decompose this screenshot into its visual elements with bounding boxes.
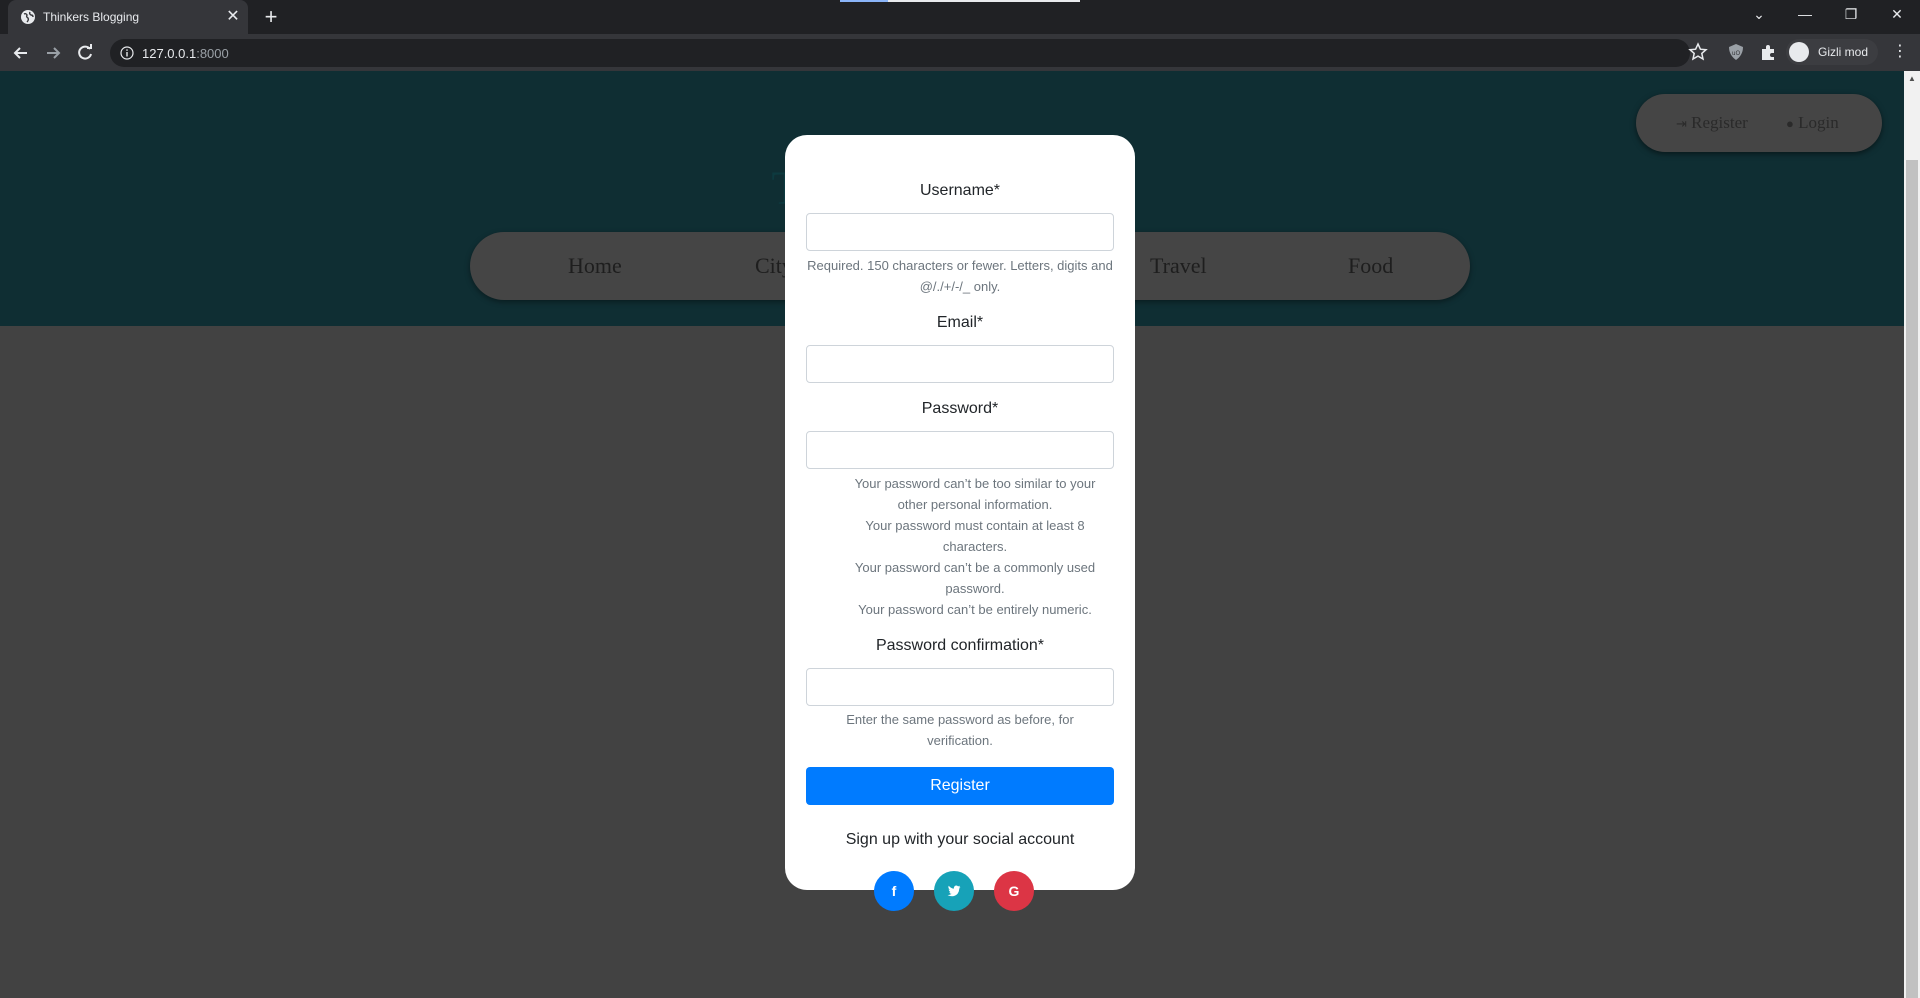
close-window-icon[interactable]: ✕ — [1874, 0, 1920, 30]
facebook-icon: f — [891, 883, 897, 899]
username-label: Username* — [919, 182, 1001, 199]
browser-tab[interactable]: Thinkers Blogging ✕ — [8, 0, 248, 34]
ublock-shield-icon[interactable]: uO — [1726, 42, 1746, 62]
username-help: Required. 150 characters or fewer. Lette… — [807, 258, 1113, 294]
register-modal: Username* Required. 150 characters or fe… — [785, 135, 1135, 911]
nav-item-travel[interactable]: Travel — [1150, 253, 1207, 279]
email-label: Email* — [936, 314, 984, 331]
twitter-button[interactable] — [934, 871, 974, 911]
sign-in-icon: ⇥ — [1676, 116, 1687, 131]
auth-nav: ⇥ Register ● Login — [1636, 94, 1882, 152]
url-port: :8000 — [196, 46, 229, 61]
social-signup-text: Sign up with your social account — [845, 831, 1075, 848]
register-link-label: Register — [1691, 113, 1748, 132]
scrollbar-thumb[interactable] — [1906, 160, 1918, 998]
register-submit-button[interactable]: Register — [806, 767, 1114, 805]
password-help-item: Your password must contain at least 8 ch… — [865, 518, 1085, 554]
reload-icon[interactable] — [72, 40, 98, 66]
password-help-item: Your password can’t be entirely numeric. — [858, 602, 1092, 617]
password-confirmation-label: Password confirmation* — [875, 637, 1045, 654]
password-help-item: Your password can’t be too similar to yo… — [854, 476, 1096, 512]
minimize-icon[interactable]: — — [1782, 0, 1828, 30]
password-confirmation-input[interactable] — [806, 668, 1114, 706]
new-tab-button[interactable]: + — [260, 6, 282, 28]
password-input[interactable] — [806, 431, 1114, 469]
close-tab-icon[interactable]: ✕ — [224, 8, 242, 26]
nav-item-home[interactable]: Home — [568, 253, 622, 279]
google-icon: G — [1008, 883, 1020, 899]
bookmark-star-icon[interactable] — [1686, 40, 1710, 64]
password-label: Password* — [921, 400, 999, 417]
user-icon: ● — [1786, 116, 1794, 131]
tab-title: Thinkers Blogging — [43, 10, 140, 24]
url-host: 127.0.0.1 — [142, 46, 197, 61]
password-help: Your password can’t be too similar to yo… — [840, 473, 1110, 620]
register-link[interactable]: ⇥ Register — [1676, 113, 1748, 133]
url-text: 127.0.0.1:8000 — [142, 46, 229, 61]
tab-search-indicator — [840, 0, 1080, 2]
username-input[interactable] — [806, 213, 1114, 251]
forward-arrow-icon[interactable] — [40, 40, 66, 66]
tab-search-chevron-icon[interactable]: ⌄ — [1736, 0, 1782, 30]
profile-label: Gizli mod — [1818, 45, 1869, 59]
address-bar[interactable]: 127.0.0.1:8000 — [110, 39, 1690, 67]
password-confirmation-help: Enter the same password as before, for v… — [846, 712, 1074, 748]
incognito-icon — [1789, 42, 1809, 62]
info-icon[interactable] — [120, 46, 134, 60]
facebook-button[interactable]: f — [874, 871, 914, 911]
login-link-label: Login — [1798, 113, 1839, 132]
browser-chrome: Thinkers Blogging ✕ + ⌄ — ❐ ✕ 127.0.0.1:… — [0, 0, 1920, 71]
scroll-up-arrow-icon[interactable]: ▲ — [1904, 71, 1920, 87]
tab-strip: Thinkers Blogging ✕ + ⌄ — ❐ ✕ — [0, 0, 1920, 34]
extensions-puzzle-icon[interactable] — [1758, 42, 1778, 62]
svg-text:uO: uO — [1732, 50, 1741, 57]
login-link[interactable]: ● Login — [1786, 113, 1839, 133]
restore-icon[interactable]: ❐ — [1828, 0, 1874, 30]
browser-menu-icon[interactable]: ⋮ — [1890, 42, 1910, 62]
password-help-item: Your password can’t be a commonly used p… — [854, 560, 1096, 596]
browser-toolbar: 127.0.0.1:8000 uO Gizli mod ⋮ — [0, 34, 1920, 71]
back-arrow-icon[interactable] — [8, 40, 34, 66]
twitter-icon — [947, 885, 961, 897]
globe-icon — [21, 10, 35, 24]
nav-item-food[interactable]: Food — [1348, 253, 1393, 279]
email-input[interactable] — [806, 345, 1114, 383]
google-button[interactable]: G — [994, 871, 1034, 911]
incognito-profile-button[interactable]: Gizli mod — [1786, 39, 1878, 65]
